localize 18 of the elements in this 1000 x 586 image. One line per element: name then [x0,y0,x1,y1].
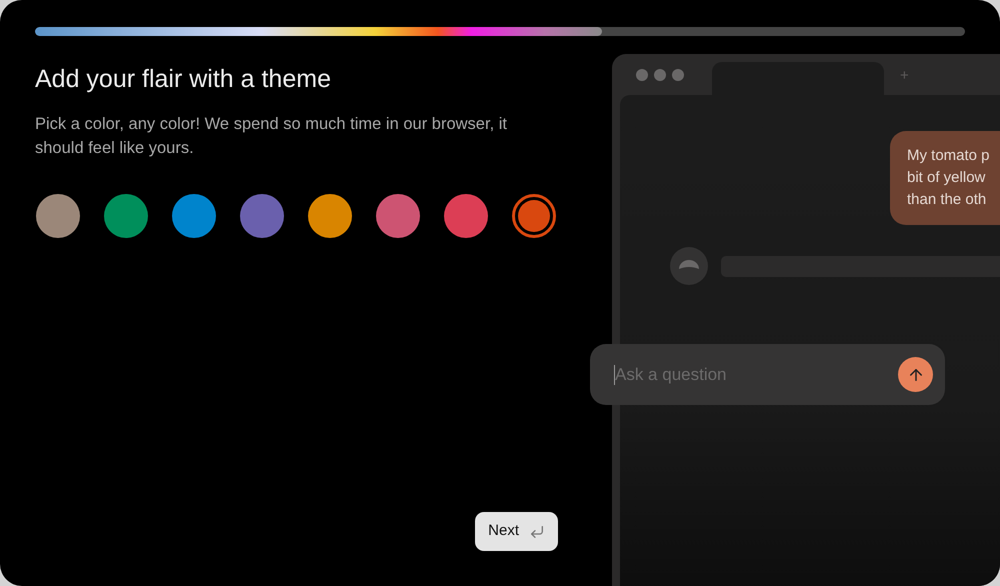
next-button[interactable]: Next [475,512,558,551]
color-swatch[interactable] [376,194,420,238]
color-swatch[interactable] [444,194,488,238]
message-text: My tomato p [907,146,991,166]
color-swatch[interactable] [512,194,556,238]
description: Pick a color, any color! We spend so much time in our browser, it should feel like yours. [35,114,508,159]
message-text: than the oth [907,190,988,210]
color-swatch[interactable] [104,194,148,238]
return-key-icon [529,524,545,540]
color-swatch[interactable] [36,194,80,238]
color-swatch[interactable] [172,194,216,238]
avatar-icon [670,247,708,285]
send-button[interactable] [898,357,933,392]
text-cursor [614,364,615,384]
color-swatch[interactable] [308,194,352,238]
message-text: bit of yellow [907,168,986,188]
color-swatch[interactable] [240,194,284,238]
title: Add your flair with a theme [35,64,332,94]
